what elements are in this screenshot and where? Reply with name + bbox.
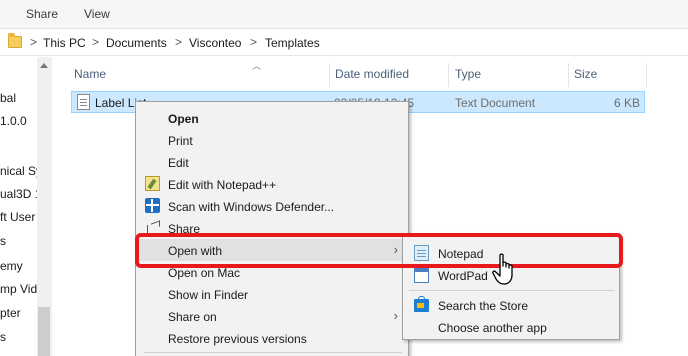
nav-item[interactable]: mp Vid (0, 282, 37, 296)
menu-item-label: Restore previous versions (168, 332, 307, 346)
submenu-item-label: Notepad (438, 247, 484, 261)
menu-item-open-with[interactable]: Open with › (136, 239, 408, 261)
ribbon-tab-share[interactable]: Share (26, 7, 58, 21)
breadcrumb-documents[interactable]: Documents (106, 36, 167, 50)
menu-item-label: Open on Mac (168, 266, 241, 280)
nav-scrollbar[interactable] (37, 57, 51, 356)
defender-icon (145, 198, 160, 213)
context-menu: Open Print Edit Edit with Notepad++ Scan… (135, 101, 409, 356)
nav-item[interactable]: 1.0.0 (0, 114, 27, 128)
menu-item-label: Share on (168, 310, 217, 324)
hand-cursor-icon (492, 253, 513, 285)
menu-item-print[interactable]: Print (136, 129, 408, 151)
share-icon (145, 220, 160, 235)
menu-item-label: Open (168, 112, 199, 126)
menu-item-open-on-mac[interactable]: Open on Mac (136, 261, 408, 283)
menu-item-label: Scan with Windows Defender... (168, 200, 335, 214)
menu-item-scan-defender[interactable]: Scan with Windows Defender... (136, 195, 408, 217)
nav-item[interactable]: ual3D 1 (0, 187, 41, 201)
breadcrumb-separator[interactable]: > (250, 35, 257, 49)
menu-separator (144, 236, 402, 237)
file-size: 6 KB (613, 96, 640, 110)
nav-item[interactable]: nical Sy (0, 164, 42, 178)
scroll-up-icon[interactable] (40, 63, 48, 68)
address-bar[interactable]: > This PC > Documents > Visconteo > Temp… (0, 30, 688, 56)
nav-item[interactable]: emy (0, 259, 23, 273)
column-size[interactable]: Size (574, 67, 597, 81)
menu-separator (409, 290, 614, 291)
menu-item-edit[interactable]: Edit (136, 151, 408, 173)
column-divider[interactable] (329, 63, 330, 87)
menu-item-share-on[interactable]: Share on › (136, 305, 408, 327)
wordpad-icon (414, 267, 429, 283)
submenu-item-label: WordPad (438, 269, 488, 283)
submenu-item-label: Choose another app (438, 321, 547, 335)
menu-item-label: Share (168, 222, 201, 236)
submenu-item-label: Search the Store (438, 299, 529, 313)
menu-item-label: Edit (168, 156, 189, 170)
column-divider[interactable] (448, 63, 449, 87)
breadcrumb-separator[interactable]: > (92, 35, 99, 49)
text-document-icon (77, 94, 90, 110)
submenu-item-search-store[interactable]: Search the Store (403, 294, 619, 316)
column-type[interactable]: Type (455, 67, 481, 81)
breadcrumb-separator[interactable]: > (30, 35, 37, 49)
submenu-arrow-icon: › (393, 242, 398, 257)
menu-item-show-in-finder[interactable]: Show in Finder (136, 283, 408, 305)
column-divider[interactable] (646, 63, 647, 87)
notepad-icon (414, 245, 429, 261)
menu-item-label: Show in Finder (168, 288, 249, 302)
breadcrumb-visconteo[interactable]: Visconteo (189, 36, 241, 50)
submenu-arrow-icon: › (393, 308, 398, 323)
column-divider[interactable] (568, 63, 569, 87)
column-name[interactable]: Name (74, 67, 106, 81)
menu-item-label: Open with (168, 244, 223, 258)
breadcrumb-separator[interactable]: > (175, 35, 182, 49)
folder-icon (8, 33, 22, 48)
menu-item-open[interactable]: Open (136, 107, 408, 129)
scroll-thumb[interactable] (38, 307, 50, 356)
nav-item[interactable]: ft User (0, 210, 35, 224)
menu-item-label: Edit with Notepad++ (168, 178, 277, 192)
menu-item-restore-previous-versions[interactable]: Restore previous versions (136, 327, 408, 349)
column-date-modified[interactable]: Date modified (335, 67, 409, 81)
submenu-item-choose-another-app[interactable]: Choose another app (403, 316, 619, 338)
nav-item[interactable]: bal (0, 91, 16, 105)
notepadpp-icon (145, 176, 160, 191)
breadcrumb-templates[interactable]: Templates (265, 36, 320, 50)
nav-item[interactable]: pter (0, 306, 21, 320)
ribbon: Share View (0, 0, 688, 29)
file-type: Text Document (455, 96, 536, 110)
store-icon (414, 296, 429, 312)
breadcrumb-this-pc[interactable]: This PC (43, 36, 86, 50)
menu-item-label: Print (168, 134, 193, 148)
nav-item[interactable]: s (0, 234, 6, 248)
column-header: ︿ Name Date modified Type Size (56, 57, 688, 89)
menu-separator (144, 352, 402, 353)
menu-item-edit-with-notepadpp[interactable]: Edit with Notepad++ (136, 173, 408, 195)
sort-ascending-icon: ︿ (252, 61, 262, 71)
ribbon-tab-view[interactable]: View (84, 7, 110, 21)
nav-item[interactable]: s (0, 330, 6, 344)
